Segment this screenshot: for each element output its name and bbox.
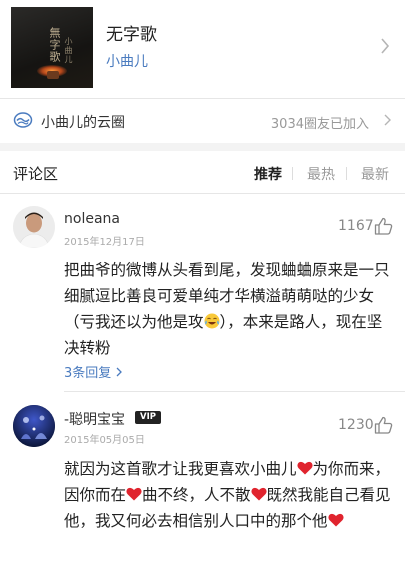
avatar[interactable] <box>13 206 55 248</box>
divider <box>0 98 405 99</box>
tab-recommended[interactable]: 推荐 <box>254 164 282 184</box>
replies-label: 3条回复 <box>64 366 112 381</box>
circle-member-count: 3034圈友已加入 <box>270 117 369 132</box>
artist-link[interactable]: 小曲儿 <box>106 51 148 71</box>
album-cover[interactable]: 無字歌 小曲儿 <box>11 7 93 88</box>
cover-art-lettering-small: 小曲儿 <box>64 37 73 64</box>
comment-text: 就因为这首歌才让我更喜欢小曲儿 为你而来，因你而在 曲不终，人不散 既然我能自己看见他… <box>64 456 396 534</box>
comment-text: 把曲爷的微博从头看到尾，发现蛐蛐原来是一只细腻逗比善良可爱单纯才华横溢萌萌哒的少… <box>64 257 396 361</box>
red-heart-emoji-icon <box>327 513 344 527</box>
cover-candle-base <box>47 71 59 79</box>
red-heart-emoji-icon <box>296 461 313 475</box>
like-count: 1167 <box>338 218 374 234</box>
cover-art-lettering: 無字歌 <box>48 27 61 63</box>
chevron-right-icon <box>116 367 123 377</box>
laughing-tears-emoji-icon <box>204 313 220 329</box>
comment-username[interactable]: -聪明宝宝 <box>64 409 125 429</box>
section-separator <box>0 143 405 151</box>
thumbs-up-icon[interactable] <box>374 217 393 235</box>
tab-divider <box>346 167 347 180</box>
user-photo-icon <box>13 206 55 248</box>
song-header[interactable]: 無字歌 小曲儿 无字歌 小曲儿 <box>0 0 405 96</box>
cloud-circle-row[interactable]: 小曲儿的云圈 3034圈友已加入 <box>0 101 405 139</box>
comment-date: 2015年12月17日 <box>64 237 145 248</box>
chevron-right-icon[interactable] <box>380 38 390 54</box>
like-count: 1230 <box>338 417 374 433</box>
red-heart-emoji-icon <box>126 487 142 501</box>
chevron-right-icon[interactable] <box>384 114 391 126</box>
tab-divider <box>292 167 293 180</box>
tab-hottest[interactable]: 最热 <box>307 164 335 184</box>
circle-label: 小曲儿的云圈 <box>41 115 125 131</box>
avatar[interactable] <box>13 405 55 447</box>
tab-newest[interactable]: 最新 <box>361 164 389 184</box>
vip-badge: VIP <box>135 411 161 424</box>
comment-text-part: 曲不终，人不散 <box>142 486 251 504</box>
user-photo-icon <box>13 405 55 447</box>
red-heart-emoji-icon <box>250 487 267 501</box>
comment-item: noleana 2015年12月17日 1167 把曲爷的微博从头看到尾，发现蛐… <box>0 194 405 390</box>
comment-item: -聪明宝宝 VIP 2015年05月05日 1230 就因为这首歌才让我更喜欢小… <box>0 392 405 574</box>
comment-text-part: 就因为这首歌才让我更喜欢小曲儿 <box>64 460 297 478</box>
thumbs-up-icon[interactable] <box>374 416 393 434</box>
comments-header: 评论区 推荐 最热 最新 <box>0 152 405 192</box>
comment-date: 2015年05月05日 <box>64 435 145 446</box>
comments-title: 评论区 <box>13 165 59 183</box>
cloud-circle-icon <box>13 112 33 128</box>
replies-link[interactable]: 3条回复 <box>64 362 123 381</box>
song-title: 无字歌 <box>106 25 157 45</box>
comment-username[interactable]: noleana <box>64 211 120 227</box>
